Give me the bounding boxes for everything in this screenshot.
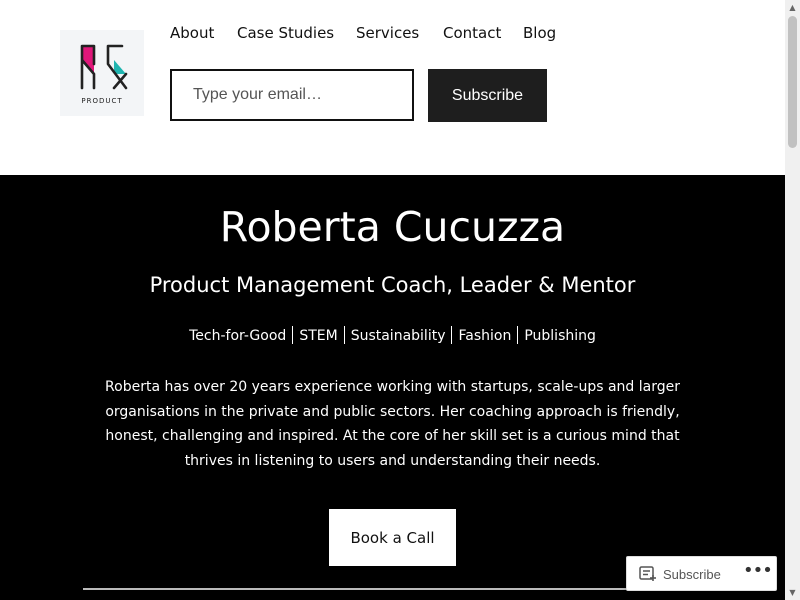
separator [292, 326, 294, 344]
subscribe-button[interactable]: Subscribe [428, 69, 547, 122]
focus-area-item: STEM [299, 328, 338, 344]
scroll-up-arrow-icon[interactable]: ▲ [785, 0, 800, 15]
separator [343, 326, 345, 344]
site-logo[interactable]: PRODUCT [60, 30, 144, 116]
floating-action-bar: Subscribe ••• [626, 556, 777, 591]
page-title: Roberta Cucuzza [219, 203, 566, 251]
nav-item-blog[interactable]: Blog [523, 24, 556, 42]
scrollbar-thumb[interactable] [788, 16, 797, 148]
focus-areas: Tech-for-Good STEM Sustainability Fashion Pu… [0, 326, 785, 344]
nav-item-about[interactable]: About [170, 24, 214, 42]
logo-wordmark: PRODUCT [81, 97, 123, 105]
site-header: PRODUCT About Case Studies Services Cont… [0, 0, 785, 175]
focus-area-item: Fashion [458, 328, 512, 344]
separator [517, 326, 519, 344]
reader-subscribe-icon [639, 566, 656, 581]
nav-item-services[interactable]: Services [356, 24, 419, 42]
ellipsis-icon[interactable]: ••• [743, 562, 773, 584]
book-call-button[interactable]: Book a Call [329, 509, 456, 566]
focus-area-item: Publishing [524, 328, 596, 344]
floating-subscribe-label: Subscribe [663, 566, 721, 582]
vertical-scrollbar[interactable]: ▲ ▼ [785, 0, 800, 600]
page: PRODUCT About Case Studies Services Cont… [0, 0, 785, 600]
section-divider [83, 588, 703, 590]
hero-section: Roberta Cucuzza Product Management Coach… [0, 175, 785, 600]
scroll-down-arrow-icon[interactable]: ▼ [785, 585, 800, 600]
focus-area-item: Tech-for-Good [189, 328, 287, 344]
bio-paragraph: Roberta has over 20 years experience wor… [105, 379, 680, 469]
email-input[interactable] [170, 69, 414, 121]
separator [451, 326, 453, 344]
focus-area-item: Sustainability [350, 328, 446, 344]
floating-subscribe-button[interactable]: Subscribe [639, 564, 721, 584]
nav-item-case-studies[interactable]: Case Studies [237, 24, 334, 42]
hero-tagline: Product Management Coach, Leader & Mento… [149, 273, 636, 297]
nav-item-contact[interactable]: Contact [443, 24, 501, 42]
